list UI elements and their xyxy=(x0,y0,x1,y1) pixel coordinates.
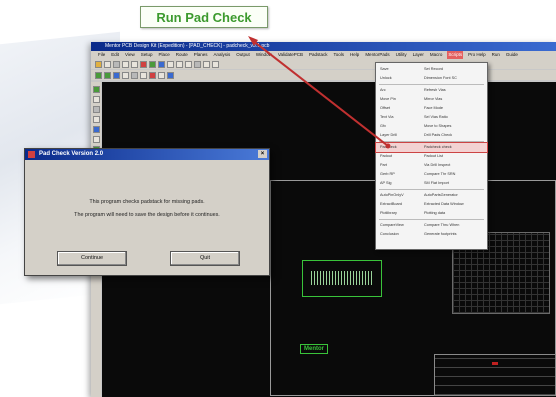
callout-arrow xyxy=(248,36,391,149)
arrow-tail xyxy=(385,143,391,149)
arrow-line xyxy=(251,39,389,147)
